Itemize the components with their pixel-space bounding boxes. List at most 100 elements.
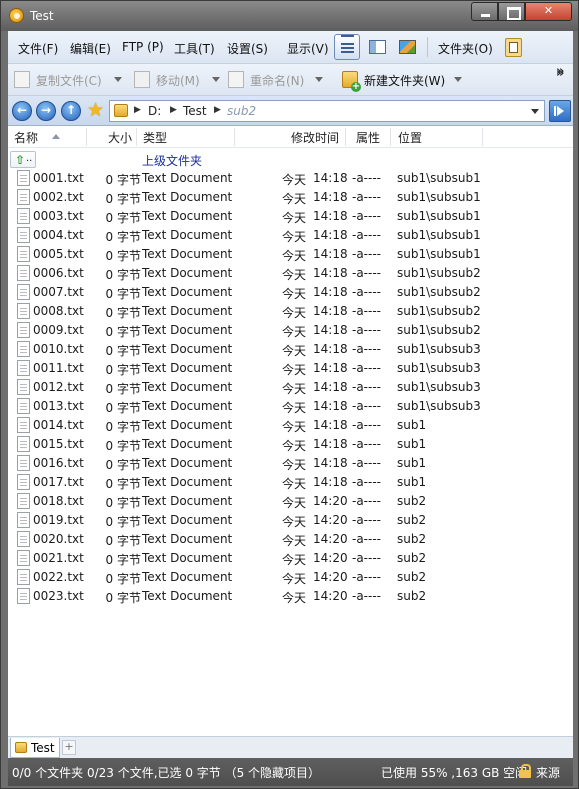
text-file-icon	[17, 379, 30, 395]
file-row[interactable]: 0017.txt 0 字节 Text Document 今天 14:18 -a---- su…	[8, 473, 573, 492]
minimize-button[interactable]	[471, 2, 498, 21]
column-divider[interactable]	[86, 128, 87, 146]
file-row[interactable]: 0013.txt 0 字节 Text Document 今天 14:18 -a---- su…	[8, 397, 573, 416]
file-date: 今天	[282, 458, 307, 472]
menu-settings[interactable]: 设置(S)	[227, 40, 268, 57]
file-row[interactable]: 0003.txt 0 字节 Text Document 今天 14:18 -a---- su…	[8, 207, 573, 226]
parent-folder-label[interactable]: 上级文件夹	[142, 152, 202, 169]
file-row[interactable]: 0005.txt 0 字节 Text Document 今天 14:18 -a---- su…	[8, 245, 573, 264]
menu-view[interactable]: 显示(V)	[287, 40, 329, 57]
file-type: Text Document	[142, 285, 233, 299]
forward-icon[interactable]	[36, 101, 56, 121]
favorites-star-icon[interactable]: ★	[87, 100, 104, 120]
new-folder-button[interactable]: 新建文件夹(W)	[342, 70, 450, 92]
column-attr[interactable]: 属性	[356, 129, 380, 146]
breadcrumb-drive[interactable]: D:	[148, 104, 161, 118]
file-attr: -a----	[352, 266, 382, 280]
column-divider[interactable]	[234, 128, 235, 146]
file-row[interactable]: 0009.txt 0 字节 Text Document 今天 14:18 -a---- su…	[8, 321, 573, 340]
preview-panel-icon[interactable]	[364, 34, 390, 60]
rename-button[interactable]: 重命名(N)	[228, 70, 324, 90]
text-file-icon	[17, 208, 30, 224]
file-row[interactable]: 0022.txt 0 字节 Text Document 今天 14:20 -a---- su…	[8, 568, 573, 587]
file-row[interactable]: 0021.txt 0 字节 Text Document 今天 14:20 -a---- su…	[8, 549, 573, 568]
parent-folder-row[interactable]: ⇧ .. 上级文件夹	[8, 150, 573, 169]
back-icon[interactable]	[12, 101, 32, 121]
file-date: 今天	[282, 515, 307, 529]
file-name: 0013.txt	[33, 399, 84, 413]
column-modified[interactable]: 修改时间	[291, 129, 339, 146]
column-divider[interactable]	[345, 128, 346, 146]
column-name[interactable]: 名称	[14, 129, 38, 146]
copy-button[interactable]: 复制文件(C)	[14, 70, 124, 90]
text-file-icon	[17, 588, 30, 604]
breadcrumb-arrow-icon[interactable]: ▶	[170, 105, 177, 115]
file-row[interactable]: 0012.txt 0 字节 Text Document 今天 14:18 -a---- su…	[8, 378, 573, 397]
file-row[interactable]: 0004.txt 0 字节 Text Document 今天 14:18 -a---- su…	[8, 226, 573, 245]
toolbar-overflow-chevron-icon[interactable]: »	[556, 66, 564, 81]
thumbnail-view-icon[interactable]	[394, 34, 420, 60]
column-size[interactable]: 大小	[108, 129, 132, 146]
menu-ftp[interactable]: FTP (P)	[122, 40, 164, 54]
text-file-icon	[17, 417, 30, 433]
parent-folder-icon[interactable]: ⇧ ..	[10, 151, 36, 168]
new-folder-dropdown-icon[interactable]	[454, 77, 462, 82]
favorites-icon[interactable]	[500, 34, 526, 60]
file-time: 14:18	[313, 399, 348, 413]
file-attr: -a----	[352, 323, 382, 337]
file-row[interactable]: 0011.txt 0 字节 Text Document 今天 14:18 -a---- su…	[8, 359, 573, 378]
up-icon[interactable]	[61, 101, 81, 121]
file-type: Text Document	[142, 456, 233, 470]
move-dropdown-icon[interactable]	[212, 77, 220, 82]
column-divider[interactable]	[136, 128, 137, 146]
column-location[interactable]: 位置	[398, 129, 422, 146]
file-row[interactable]: 0023.txt 0 字节 Text Document 今天 14:20 -a---- su…	[8, 587, 573, 606]
file-row[interactable]: 0008.txt 0 字节 Text Document 今天 14:18 -a---- su…	[8, 302, 573, 321]
file-name: 0005.txt	[33, 247, 84, 261]
file-row[interactable]: 0006.txt 0 字节 Text Document 今天 14:18 -a---- su…	[8, 264, 573, 283]
file-row[interactable]: 0002.txt 0 字节 Text Document 今天 14:18 -a---- su…	[8, 188, 573, 207]
breadcrumb-folder[interactable]: Test	[183, 104, 207, 118]
file-row[interactable]: 0010.txt 0 字节 Text Document 今天 14:18 -a---- su…	[8, 340, 573, 359]
file-name: 0018.txt	[33, 494, 84, 508]
column-divider[interactable]	[390, 128, 391, 146]
column-type[interactable]: 类型	[143, 129, 167, 146]
close-button[interactable]: ✕	[525, 2, 572, 21]
menu-edit[interactable]: 编辑(E)	[70, 40, 111, 57]
rename-dropdown-icon[interactable]	[315, 77, 323, 82]
file-row[interactable]: 0019.txt 0 字节 Text Document 今天 14:20 -a---- su…	[8, 511, 573, 530]
file-date: 今天	[282, 382, 307, 396]
file-location: sub1\subsub2	[397, 285, 481, 299]
breadcrumb-arrow-icon[interactable]: ▶	[214, 105, 221, 115]
copy-dropdown-icon[interactable]	[114, 77, 122, 82]
lock-icon[interactable]	[519, 764, 531, 778]
address-bar[interactable]: ▶ D: ▶ Test ▶ sub2	[109, 100, 545, 122]
text-file-icon	[17, 322, 30, 338]
file-row[interactable]: 0018.txt 0 字节 Text Document 今天 14:20 -a---- su…	[8, 492, 573, 511]
menu-folder[interactable]: 文件夹(O)	[438, 40, 493, 57]
breadcrumb-arrow-icon[interactable]: ▶	[134, 105, 141, 115]
address-dropdown-icon[interactable]	[531, 109, 539, 114]
file-name: 0007.txt	[33, 285, 84, 299]
new-tab-button[interactable]: +	[62, 740, 76, 755]
file-row[interactable]: 0015.txt 0 字节 Text Document 今天 14:18 -a---- su…	[8, 435, 573, 454]
source-label[interactable]: 来源	[536, 764, 560, 781]
menu-file[interactable]: 文件(F)	[18, 40, 58, 57]
file-row[interactable]: 0001.txt 0 字节 Text Document 今天 14:18 -a---- su…	[8, 169, 573, 188]
file-row[interactable]: 0020.txt 0 字节 Text Document 今天 14:20 -a---- su…	[8, 530, 573, 549]
file-row[interactable]: 0014.txt 0 字节 Text Document 今天 14:18 -a---- su…	[8, 416, 573, 435]
column-divider[interactable]	[482, 128, 483, 146]
file-list[interactable]: ⇧ .. 上级文件夹 0001.txt 0 字节 Text Document 今天 14…	[8, 148, 573, 736]
tab-test[interactable]: Test	[10, 738, 60, 758]
title-bar[interactable]: Test ✕	[1, 1, 578, 31]
go-icon[interactable]	[549, 100, 571, 122]
menu-tools[interactable]: 工具(T)	[174, 40, 215, 57]
file-row[interactable]: 0016.txt 0 字节 Text Document 今天 14:18 -a---- su…	[8, 454, 573, 473]
maximize-button[interactable]	[498, 2, 525, 21]
breadcrumb-current[interactable]: sub2	[227, 104, 256, 118]
file-location: sub1\subsub3	[397, 380, 481, 394]
move-button[interactable]: 移动(M)	[134, 70, 224, 90]
details-view-icon[interactable]	[334, 34, 360, 60]
file-attr: -a----	[352, 570, 382, 584]
file-row[interactable]: 0007.txt 0 字节 Text Document 今天 14:18 -a---- su…	[8, 283, 573, 302]
